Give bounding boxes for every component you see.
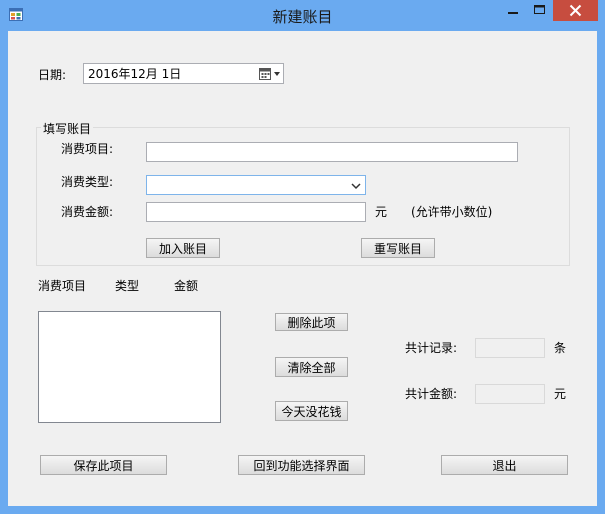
date-value: 2016年12月 1日 bbox=[88, 67, 182, 81]
close-button[interactable] bbox=[553, 0, 598, 21]
title-bar[interactable]: 新建账目 bbox=[0, 0, 605, 31]
app-window: 新建账目 日期: 2016年12月 1日 填写账目 消费项目: 消费类型: 消费… bbox=[0, 0, 605, 514]
amount-input[interactable] bbox=[146, 202, 366, 222]
minimize-button[interactable] bbox=[500, 0, 526, 21]
date-label: 日期: bbox=[38, 68, 67, 82]
entry-group-title: 填写账目 bbox=[41, 120, 94, 137]
maximize-icon bbox=[534, 5, 545, 14]
item-input[interactable] bbox=[146, 142, 518, 162]
list-header-amount: 金额 bbox=[174, 279, 199, 293]
list-header-item: 消费项目 bbox=[38, 279, 87, 293]
date-picker[interactable]: 2016年12月 1日 bbox=[83, 63, 284, 84]
total-unit: 元 bbox=[554, 387, 567, 401]
type-label: 消费类型: bbox=[61, 175, 114, 189]
maximize-button[interactable] bbox=[526, 0, 553, 21]
clear-all-button[interactable]: 清除全部 bbox=[275, 357, 348, 377]
delete-item-button[interactable]: 删除此项 bbox=[275, 313, 348, 331]
back-to-menu-button[interactable]: 回到功能选择界面 bbox=[238, 455, 365, 475]
type-select[interactable] bbox=[146, 175, 366, 195]
records-label: 共计记录: bbox=[405, 341, 458, 355]
minimize-icon bbox=[508, 12, 518, 14]
records-count-field bbox=[475, 338, 545, 358]
calendar-dropdown-icon[interactable] bbox=[258, 67, 282, 81]
add-entry-button[interactable]: 加入账目 bbox=[146, 238, 220, 258]
entries-listbox[interactable] bbox=[38, 311, 221, 423]
total-amount-field bbox=[475, 384, 545, 404]
total-label: 共计金额: bbox=[405, 387, 458, 401]
amount-unit: 元 bbox=[375, 205, 388, 219]
reset-entry-button[interactable]: 重写账目 bbox=[361, 238, 435, 258]
chevron-down-icon bbox=[351, 183, 361, 190]
no-spending-today-button[interactable]: 今天没花钱 bbox=[275, 401, 348, 421]
exit-button[interactable]: 退出 bbox=[441, 455, 568, 475]
save-item-button[interactable]: 保存此项目 bbox=[40, 455, 167, 475]
amount-hint: (允许带小数位) bbox=[411, 205, 493, 219]
records-unit: 条 bbox=[554, 341, 567, 355]
amount-label: 消费金额: bbox=[61, 205, 114, 219]
close-icon bbox=[569, 4, 582, 17]
client-area: 日期: 2016年12月 1日 填写账目 消费项目: 消费类型: 消费金额: 元… bbox=[8, 31, 597, 506]
item-label: 消费项目: bbox=[61, 142, 114, 156]
list-header-type: 类型 bbox=[115, 279, 140, 293]
